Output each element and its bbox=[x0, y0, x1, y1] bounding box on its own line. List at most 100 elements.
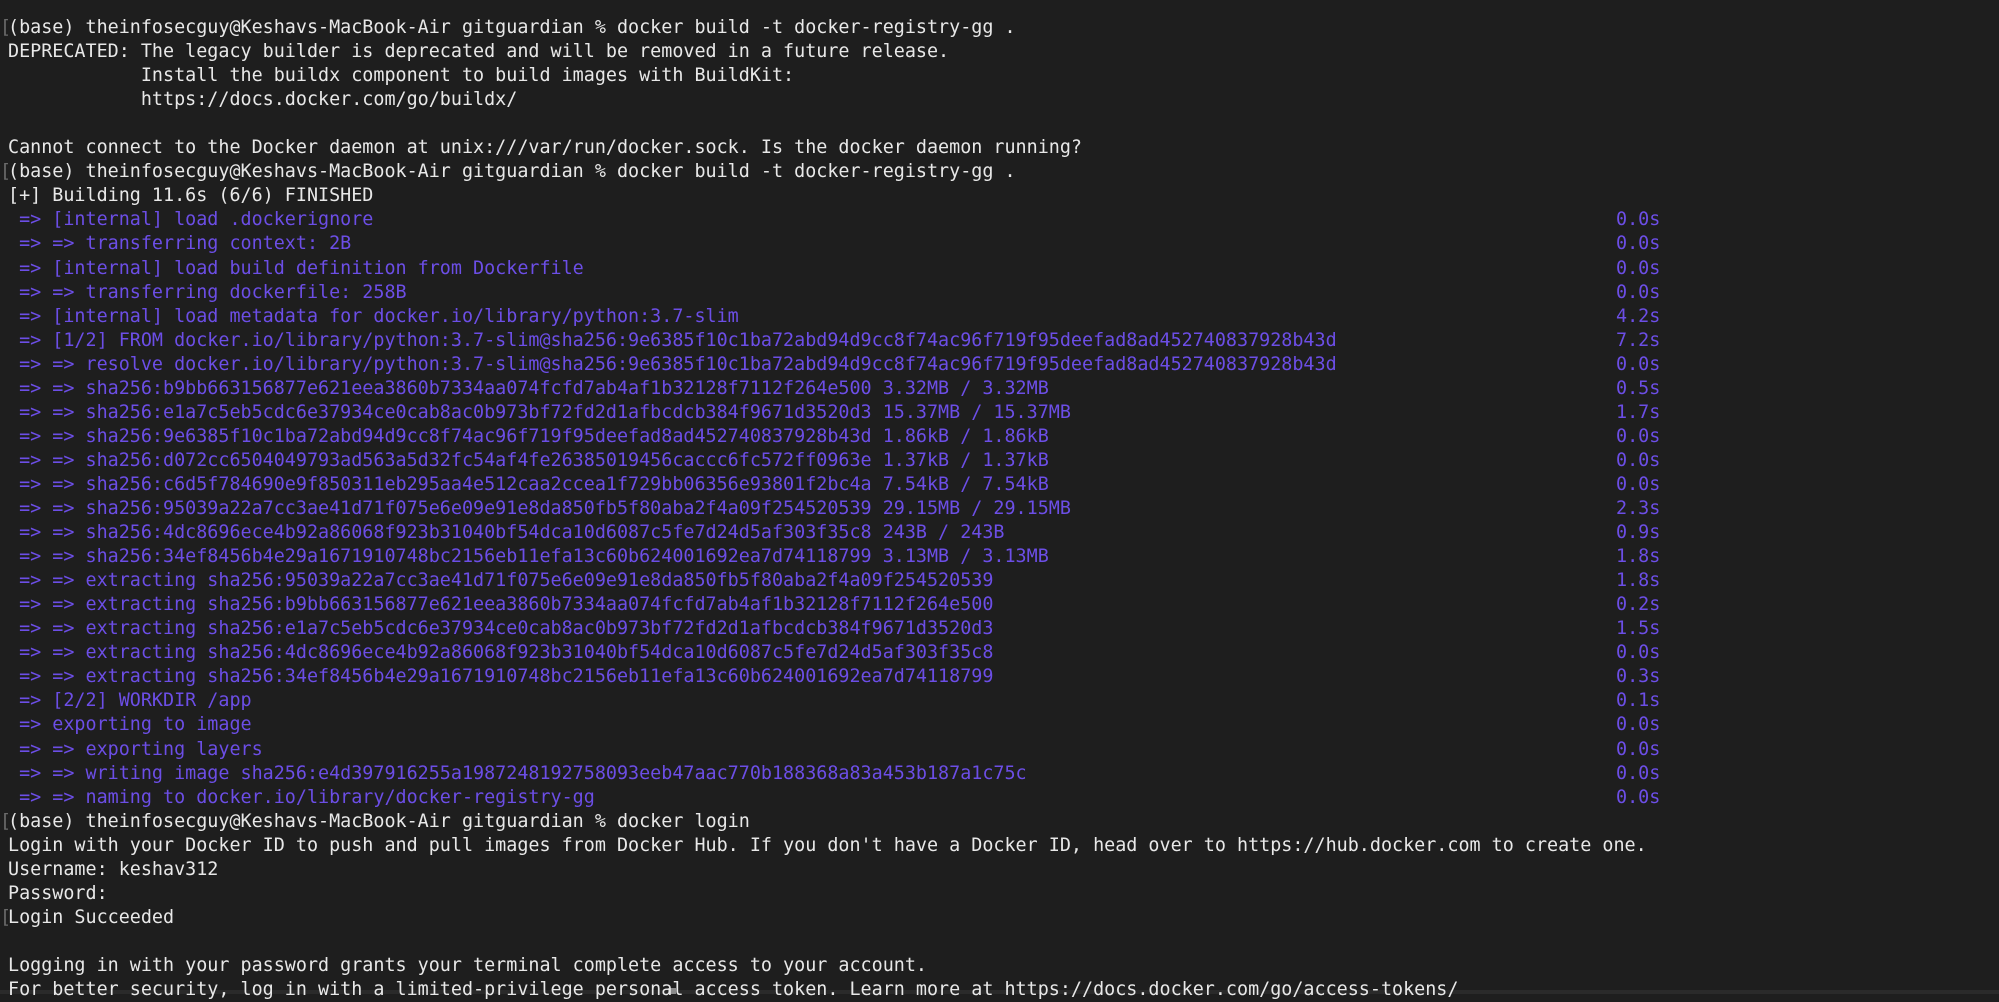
line-text: For better security, log in with a limit… bbox=[8, 979, 1459, 1000]
line-text: => => extracting sha256:b9bb663156877e62… bbox=[8, 594, 994, 615]
line-text: => => sha256:e1a7c5eb5cdc6e37934ce0cab8a… bbox=[8, 402, 1071, 423]
terminal-window[interactable]: [(base) theinfosecguy@Keshavs-MacBook-Ai… bbox=[0, 0, 1999, 1000]
line-text: => => transferring context: 2B bbox=[8, 233, 352, 254]
output-line: [+] Building 11.6s (6/6) FINISHED bbox=[8, 184, 373, 208]
line-text: => [1/2] FROM docker.io/library/python:3… bbox=[8, 330, 1337, 351]
step-duration: 0.0s bbox=[1616, 739, 1661, 760]
line-text: Password: bbox=[8, 883, 108, 904]
line-text: => => extracting sha256:e1a7c5eb5cdc6e37… bbox=[8, 618, 994, 639]
build-step-line: => => sha256:34ef8456b4e29a1671910748bc2… bbox=[8, 545, 1049, 569]
line-text: => => sha256:4dc8696ece4b92a86068f923b31… bbox=[8, 522, 1005, 543]
output-line: Cannot connect to the Docker daemon at u… bbox=[8, 136, 1082, 160]
line-text: https://docs.docker.com/go/buildx/ bbox=[8, 89, 518, 110]
build-step-line: => => transferring dockerfile: 258B bbox=[8, 281, 407, 305]
build-step-line: => => writing image sha256:e4d397916255a… bbox=[8, 762, 1027, 786]
build-step-line: => => extracting sha256:b9bb663156877e62… bbox=[8, 593, 993, 617]
line-text: Login Succeeded bbox=[8, 907, 175, 928]
line-text: => => sha256:95039a22a7cc3ae41d71f075e6e… bbox=[8, 498, 1071, 519]
step-duration: 0.0s bbox=[1616, 763, 1661, 784]
line-text: => [internal] load .dockerignore bbox=[8, 209, 374, 230]
step-duration: 0.0s bbox=[1616, 209, 1661, 230]
line-text: => => sha256:d072cc6504049793ad563a5d32f… bbox=[8, 450, 1049, 471]
output-line: Username: keshav312 bbox=[8, 858, 218, 882]
build-step-line: => => naming to docker.io/library/docker… bbox=[8, 786, 595, 810]
line-text: (base) theinfosecguy@Keshavs-MacBook-Air… bbox=[8, 811, 750, 832]
build-step-line: => => transferring context: 2B bbox=[8, 232, 351, 256]
line-text: Cannot connect to the Docker daemon at u… bbox=[8, 137, 1082, 158]
step-duration: 1.8s bbox=[1616, 546, 1661, 567]
step-duration: 1.7s bbox=[1616, 402, 1661, 423]
mark-bracket-icon: [ bbox=[0, 907, 12, 928]
step-duration: 0.0s bbox=[1616, 474, 1661, 495]
step-duration: 0.0s bbox=[1616, 426, 1661, 447]
line-text: => => extracting sha256:34ef8456b4e29a16… bbox=[8, 666, 994, 687]
step-duration: 4.2s bbox=[1616, 306, 1661, 327]
output-line: Install the buildx component to build im… bbox=[8, 64, 794, 88]
step-duration: 0.2s bbox=[1616, 594, 1661, 615]
build-step-line: => => sha256:c6d5f784690e9f850311eb295aa… bbox=[8, 473, 1049, 497]
line-text: [+] Building 11.6s (6/6) FINISHED bbox=[8, 185, 374, 206]
output-line: Password: bbox=[8, 882, 108, 906]
build-step-line: => => exporting layers bbox=[8, 738, 263, 762]
step-duration: 0.3s bbox=[1616, 666, 1661, 687]
prompt-line: [(base) theinfosecguy@Keshavs-MacBook-Ai… bbox=[0, 810, 750, 834]
build-step-line: => [2/2] WORKDIR /app bbox=[8, 689, 252, 713]
build-step-line: => => sha256:b9bb663156877e621eea3860b73… bbox=[8, 377, 1049, 401]
step-duration: 7.2s bbox=[1616, 330, 1661, 351]
line-text: => => naming to docker.io/library/docker… bbox=[8, 787, 595, 808]
build-step-line: => => sha256:95039a22a7cc3ae41d71f075e6e… bbox=[8, 497, 1071, 521]
step-duration: 0.0s bbox=[1616, 450, 1661, 471]
step-duration: 0.0s bbox=[1616, 787, 1661, 808]
build-step-line: => [1/2] FROM docker.io/library/python:3… bbox=[8, 329, 1337, 353]
step-duration: 0.9s bbox=[1616, 522, 1661, 543]
line-text: Install the buildx component to build im… bbox=[8, 65, 795, 86]
build-step-line: => => extracting sha256:e1a7c5eb5cdc6e37… bbox=[8, 617, 993, 641]
step-duration: 0.1s bbox=[1616, 690, 1661, 711]
step-duration: 0.0s bbox=[1616, 258, 1661, 279]
step-duration: 0.5s bbox=[1616, 378, 1661, 399]
build-step-line: => => extracting sha256:95039a22a7cc3ae4… bbox=[8, 569, 993, 593]
line-text: => => extracting sha256:4dc8696ece4b92a8… bbox=[8, 642, 994, 663]
prompt-line: [(base) theinfosecguy@Keshavs-MacBook-Ai… bbox=[0, 16, 1016, 40]
output-line: [Login Succeeded bbox=[0, 906, 175, 930]
step-duration: 0.0s bbox=[1616, 282, 1661, 303]
mark-bracket-icon: [ bbox=[0, 811, 12, 832]
build-step-line: => => extracting sha256:4dc8696ece4b92a8… bbox=[8, 641, 993, 665]
line-text: => => resolve docker.io/library/python:3… bbox=[8, 354, 1337, 375]
build-step-line: => [internal] load metadata for docker.i… bbox=[8, 305, 739, 329]
line-text: => [internal] load build definition from… bbox=[8, 258, 584, 279]
step-duration: 1.5s bbox=[1616, 618, 1661, 639]
build-step-line: => exporting to image bbox=[8, 713, 252, 737]
step-duration: 0.0s bbox=[1616, 233, 1661, 254]
line-text: => [internal] load metadata for docker.i… bbox=[8, 306, 739, 327]
line-text: Logging in with your password grants you… bbox=[8, 955, 927, 976]
build-step-line: => => extracting sha256:34ef8456b4e29a16… bbox=[8, 665, 993, 689]
line-text: Login with your Docker ID to push and pu… bbox=[8, 835, 1647, 856]
line-text: (base) theinfosecguy@Keshavs-MacBook-Air… bbox=[8, 161, 1016, 182]
build-step-line: => => sha256:9e6385f10c1ba72abd94d9cc8f7… bbox=[8, 425, 1049, 449]
step-duration: 0.0s bbox=[1616, 642, 1661, 663]
build-step-line: => => sha256:4dc8696ece4b92a86068f923b31… bbox=[8, 521, 1005, 545]
output-line: DEPRECATED: The legacy builder is deprec… bbox=[8, 40, 949, 64]
line-text: => => exporting layers bbox=[8, 739, 263, 760]
output-line: Login with your Docker ID to push and pu… bbox=[8, 834, 1647, 858]
step-duration: 1.8s bbox=[1616, 570, 1661, 591]
mark-bracket-icon: [ bbox=[0, 161, 12, 182]
line-text: Username: keshav312 bbox=[8, 859, 219, 880]
step-duration: 0.0s bbox=[1616, 354, 1661, 375]
line-text: (base) theinfosecguy@Keshavs-MacBook-Air… bbox=[8, 17, 1016, 38]
build-step-line: => => sha256:e1a7c5eb5cdc6e37934ce0cab8a… bbox=[8, 401, 1071, 425]
line-text: DEPRECATED: The legacy builder is deprec… bbox=[8, 41, 950, 62]
prompt-line: [(base) theinfosecguy@Keshavs-MacBook-Ai… bbox=[0, 160, 1016, 184]
build-step-line: => => resolve docker.io/library/python:3… bbox=[8, 353, 1337, 377]
line-text: => => writing image sha256:e4d397916255a… bbox=[8, 763, 1027, 784]
line-text: => => extracting sha256:95039a22a7cc3ae4… bbox=[8, 570, 994, 591]
step-duration: 0.0s bbox=[1616, 714, 1661, 735]
line-text: => => sha256:34ef8456b4e29a1671910748bc2… bbox=[8, 546, 1049, 567]
line-text: => => sha256:b9bb663156877e621eea3860b73… bbox=[8, 378, 1049, 399]
step-duration: 2.3s bbox=[1616, 498, 1661, 519]
build-step-line: => [internal] load build definition from… bbox=[8, 257, 584, 281]
build-step-line: => [internal] load .dockerignore bbox=[8, 208, 373, 232]
mark-bracket-icon: [ bbox=[0, 17, 12, 38]
output-line: For better security, log in with a limit… bbox=[8, 978, 1458, 1002]
